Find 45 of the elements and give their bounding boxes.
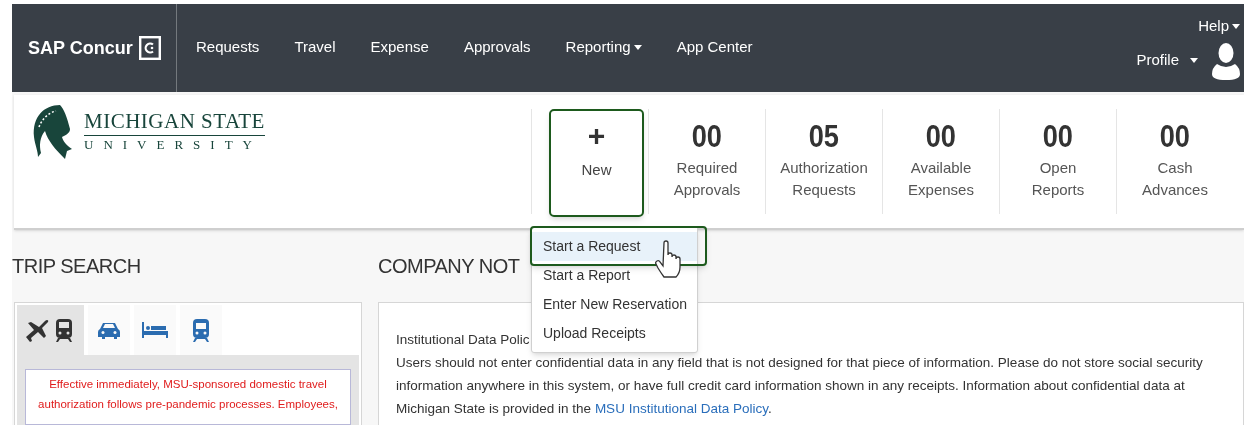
tile-label[interactable]: Required Approvals [673, 157, 741, 201]
nav-menu-item[interactable]: App Center [676, 35, 753, 59]
nav-menu-item[interactable]: Requests [196, 35, 260, 59]
nav-menu-item[interactable]: Expense [370, 35, 429, 59]
travel-tab[interactable] [17, 305, 84, 355]
nav-menu-item[interactable]: Approvals [463, 35, 531, 59]
count-number[interactable]: 00 [925, 119, 957, 153]
train-icon [192, 318, 210, 342]
profile-menu[interactable]: Profile [1136, 49, 1198, 72]
travel-tab[interactable] [134, 305, 176, 355]
brand-name: SAP Concur [28, 36, 133, 60]
user-avatar-icon[interactable] [1212, 41, 1240, 80]
policy-link[interactable]: MSU Institutional Data Policy [594, 401, 768, 416]
help-menu[interactable]: Help [1198, 15, 1240, 38]
hand-cursor-icon [655, 240, 683, 278]
notice-text: Effective immediately, MSU-sponsored domestic travel [49, 377, 327, 392]
caret-icon [633, 44, 642, 50]
menu-item[interactable]: Upload Receipts [532, 319, 697, 348]
brand-mark-icon [138, 36, 161, 60]
count-number[interactable]: 00 [1159, 119, 1191, 153]
caret-icon [1232, 23, 1240, 29]
new-button[interactable]: + New [549, 109, 644, 217]
travel-tab[interactable] [88, 305, 130, 355]
count-number[interactable]: 05 [808, 119, 840, 153]
notice-paragraph: Users should not enter confidential data in any field that is not designed for that piece of information. Please do not store social security information anywhere in this system, or have full credit card information shown in any receipts. Information about confidential data at Michigan State is provided in the MSU Institutional Data Policy. [396, 354, 1204, 418]
nav-menu-item[interactable]: Reporting [565, 35, 642, 59]
count-number[interactable]: 00 [691, 119, 723, 153]
tile-label[interactable]: Cash Advances [1142, 157, 1208, 201]
notice-heading: Institutional Data Polic [396, 331, 530, 349]
university-name: MICHIGAN STATE [84, 109, 265, 136]
tile-label[interactable]: Open Reports [1031, 157, 1085, 201]
tile-label[interactable]: Available Expenses [908, 157, 974, 201]
travel-tab[interactable] [180, 305, 222, 355]
menu-item[interactable]: Enter New Reservation [532, 290, 697, 319]
section-title: TRIP SEARCH [12, 254, 142, 279]
nav-menu-item[interactable]: Travel [294, 35, 336, 59]
menu-item[interactable]: Start a Request [532, 232, 697, 261]
tile-label[interactable]: Authorization Requests [780, 157, 868, 201]
count-number[interactable]: 00 [1042, 119, 1074, 153]
notice-text: authorization follows pre-pandemic processes. Employees, [38, 397, 338, 412]
section-title: COMPANY NOT [378, 254, 520, 279]
car-icon [97, 320, 121, 340]
caret-icon [1190, 58, 1198, 63]
bed-icon [141, 321, 169, 339]
university-subtitle: UNIVERSITY [84, 136, 263, 154]
